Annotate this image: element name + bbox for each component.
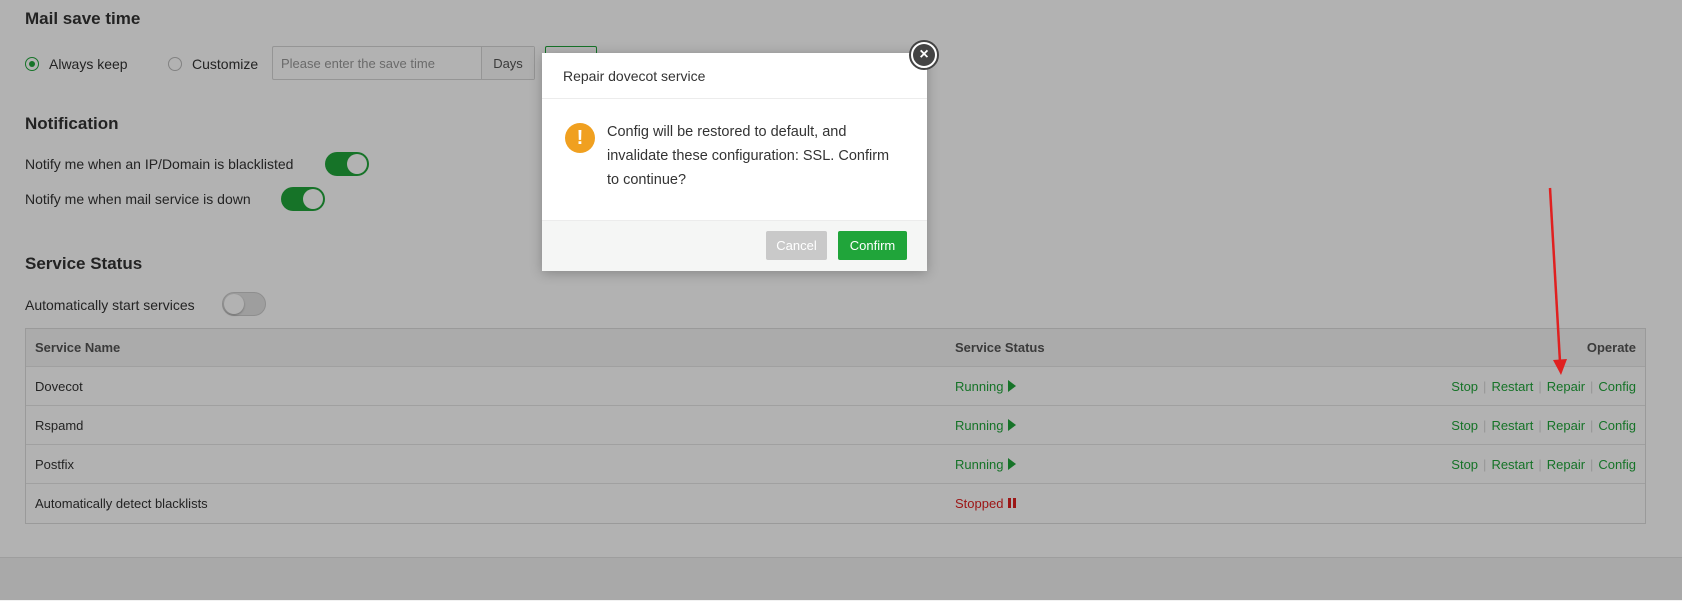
dialog-close-button[interactable]: × xyxy=(909,40,939,70)
dialog-title: Repair dovecot service xyxy=(542,53,927,99)
dialog-footer: Cancel Confirm xyxy=(542,220,927,271)
warning-icon: ! xyxy=(565,123,595,153)
repair-dialog: Repair dovecot service ! Config will be … xyxy=(542,53,927,271)
confirm-button[interactable]: Confirm xyxy=(838,231,907,260)
cancel-button[interactable]: Cancel xyxy=(766,231,827,260)
dialog-body: ! Config will be restored to default, an… xyxy=(542,99,927,220)
dialog-message: Config will be restored to default, and … xyxy=(607,124,890,188)
close-icon: × xyxy=(913,44,935,66)
